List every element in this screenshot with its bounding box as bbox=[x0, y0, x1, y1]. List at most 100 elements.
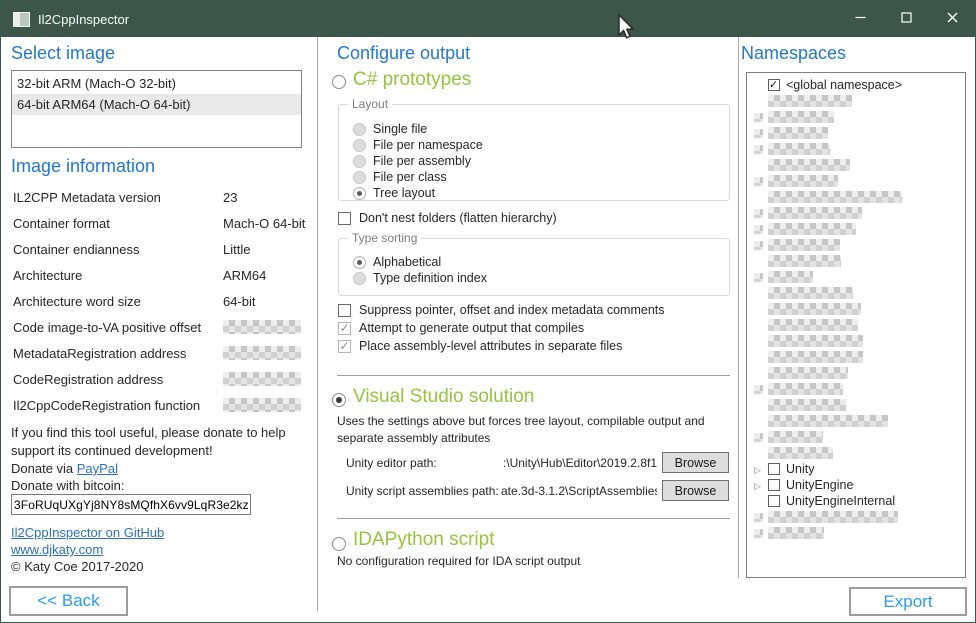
expander-icon[interactable] bbox=[754, 476, 761, 494]
idapython-radio[interactable] bbox=[332, 537, 346, 551]
redacted-namespace-row[interactable] bbox=[747, 413, 965, 429]
titlebar: Il2CppInspector bbox=[1, 1, 975, 37]
vs-description-line2: separate assembly attributes bbox=[337, 431, 490, 445]
checkbox-icon bbox=[338, 212, 351, 225]
redacted-namespace-row[interactable] bbox=[747, 189, 965, 205]
info-value: 64-bit bbox=[223, 294, 256, 309]
listbox-item-selected[interactable]: 64-bit ARM64 (Mach-O 64-bit) bbox=[12, 94, 301, 115]
namespace-item-unityengineinternal[interactable]: UnityEngineInternal bbox=[747, 493, 965, 509]
info-label: IL2CPP Metadata version bbox=[13, 190, 161, 205]
checkbox-icon[interactable] bbox=[768, 495, 780, 507]
type-sorting-legend: Type sorting bbox=[348, 231, 421, 245]
namespace-item-unityengine[interactable]: UnityEngine bbox=[747, 477, 965, 493]
donate-text-line1: If you find this tool useful, please don… bbox=[11, 425, 286, 440]
redacted-namespace-row[interactable] bbox=[747, 301, 965, 317]
type-sorting-groupbox: Type sorting Alphabetical Type definitio… bbox=[338, 238, 730, 296]
redacted-namespace-row[interactable] bbox=[747, 333, 965, 349]
unity-script-path-label: Unity script assemblies path: bbox=[346, 484, 499, 498]
radio-icon-selected bbox=[353, 187, 366, 200]
redacted-namespace-row[interactable] bbox=[747, 205, 965, 221]
redacted-namespace-row[interactable] bbox=[747, 349, 965, 365]
app-window: Il2CppInspector Select imag bbox=[0, 0, 976, 623]
radio-icon bbox=[353, 155, 366, 168]
checkbox-icon[interactable] bbox=[768, 479, 780, 491]
checkbox-checked-icon bbox=[338, 322, 351, 335]
column-divider bbox=[317, 37, 318, 611]
app-icon bbox=[13, 12, 30, 27]
bitcoin-label: Donate with bitcoin: bbox=[11, 478, 124, 493]
maximize-button[interactable] bbox=[883, 1, 929, 37]
checkbox-checked-icon[interactable] bbox=[768, 79, 780, 91]
website-link[interactable]: www.djkaty.com bbox=[11, 542, 103, 557]
redacted-namespace-row[interactable] bbox=[747, 397, 965, 413]
configure-output-heading: Configure output bbox=[337, 43, 470, 64]
image-listbox[interactable]: 32-bit ARM (Mach-O 32-bit) 64-bit ARM64 … bbox=[11, 70, 302, 148]
layout-groupbox: Layout Single file File per namespace Fi… bbox=[338, 104, 730, 201]
csharp-prototypes-radio[interactable] bbox=[332, 75, 346, 89]
radio-icon bbox=[353, 123, 366, 136]
browse-unity-script-button[interactable]: Browse bbox=[662, 480, 729, 501]
redacted-namespace-row[interactable] bbox=[747, 509, 965, 525]
listbox-item[interactable]: 32-bit ARM (Mach-O 32-bit) bbox=[12, 73, 301, 94]
redacted-namespace-row[interactable] bbox=[747, 429, 965, 445]
image-information-heading: Image information bbox=[11, 156, 155, 177]
radio-icon-selected bbox=[353, 256, 366, 269]
close-button[interactable] bbox=[929, 1, 975, 37]
info-value: ARM64 bbox=[223, 268, 266, 283]
info-value: Mach-O 64-bit bbox=[223, 216, 305, 231]
namespace-item-unity[interactable]: Unity bbox=[747, 461, 965, 477]
window-title: Il2CppInspector bbox=[38, 12, 129, 27]
unity-script-path-field[interactable]: ate.3d-3.1.2\ScriptAssemblies bbox=[501, 484, 657, 498]
unity-editor-path-field[interactable]: :\Unity\Hub\Editor\2019.2.8f1 bbox=[501, 456, 657, 470]
visual-studio-radio[interactable] bbox=[332, 393, 346, 407]
redacted-namespace-row[interactable] bbox=[747, 253, 965, 269]
close-icon bbox=[947, 10, 958, 28]
redacted-namespace-row[interactable] bbox=[747, 317, 965, 333]
info-label: Container endianness bbox=[13, 242, 139, 257]
redacted-namespace-row[interactable] bbox=[747, 109, 965, 125]
vs-description-line1: Uses the settings above but forces tree … bbox=[337, 414, 705, 428]
export-button[interactable]: Export bbox=[849, 587, 967, 616]
redacted-namespace-row[interactable] bbox=[747, 221, 965, 237]
namespaces-heading: Namespaces bbox=[741, 43, 846, 64]
checkbox-icon[interactable] bbox=[768, 463, 780, 475]
unity-editor-path-label: Unity editor path: bbox=[346, 456, 437, 470]
info-label: Container format bbox=[13, 216, 110, 231]
redacted-namespace-row[interactable] bbox=[747, 93, 965, 109]
paypal-link[interactable]: PayPal bbox=[77, 461, 118, 476]
github-link[interactable]: Il2CppInspector on GitHub bbox=[11, 525, 164, 540]
redacted-value bbox=[223, 372, 301, 386]
maximize-icon bbox=[901, 10, 912, 28]
redacted-namespace-row[interactable] bbox=[747, 445, 965, 461]
redacted-namespace-row[interactable] bbox=[747, 173, 965, 189]
csharp-prototypes-heading: C# prototypes bbox=[353, 69, 471, 91]
radio-icon bbox=[353, 139, 366, 152]
visual-studio-heading: Visual Studio solution bbox=[353, 386, 534, 408]
copyright-text: © Katy Coe 2017-2020 bbox=[11, 559, 143, 574]
redacted-namespace-row[interactable] bbox=[747, 125, 965, 141]
redacted-value bbox=[223, 320, 301, 334]
redacted-namespace-row[interactable] bbox=[747, 269, 965, 285]
redacted-value bbox=[223, 398, 301, 412]
checkbox-checked-icon bbox=[338, 340, 351, 353]
redacted-namespace-row[interactable] bbox=[747, 141, 965, 157]
namespaces-tree[interactable]: <global namespace> Unity UnityEngine Uni… bbox=[746, 72, 966, 578]
bitcoin-address-input[interactable] bbox=[11, 494, 251, 515]
back-button[interactable]: << Back bbox=[9, 586, 128, 616]
redacted-namespace-row[interactable] bbox=[747, 237, 965, 253]
browse-unity-editor-button[interactable]: Browse bbox=[662, 452, 729, 473]
redacted-namespace-row[interactable] bbox=[747, 381, 965, 397]
redacted-namespace-row[interactable] bbox=[747, 365, 965, 381]
redacted-namespace-row[interactable] bbox=[747, 285, 965, 301]
info-label: Architecture bbox=[13, 268, 82, 283]
info-value: Little bbox=[223, 242, 250, 257]
radio-icon bbox=[353, 272, 366, 285]
info-value: 23 bbox=[223, 190, 237, 205]
namespace-item-global[interactable]: <global namespace> bbox=[747, 77, 965, 93]
radio-icon bbox=[353, 171, 366, 184]
redacted-value bbox=[223, 346, 301, 360]
select-image-heading: Select image bbox=[11, 43, 115, 64]
redacted-namespace-row[interactable] bbox=[747, 157, 965, 173]
redacted-namespace-row[interactable] bbox=[747, 525, 965, 541]
minimize-button[interactable] bbox=[837, 1, 883, 37]
